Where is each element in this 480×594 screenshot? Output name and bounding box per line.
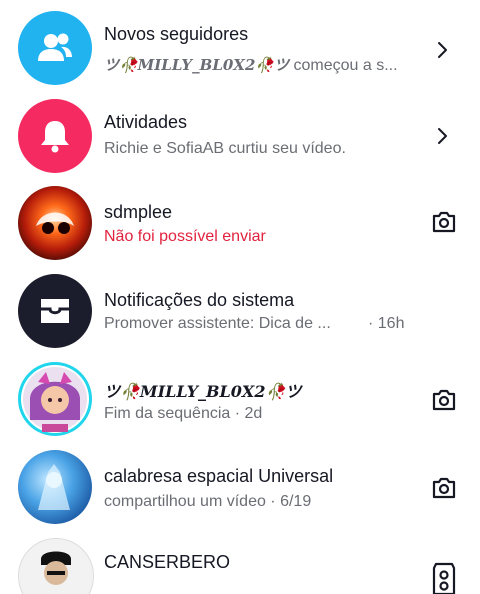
row-subtitle: Richie e SofiaAB curtiu seu vídeo. [104,140,346,157]
row-title: Notificações do sistema [104,290,295,310]
row-subtitle: ツ🥀MILLY_BL0X2🥀ツ começou a s... [104,54,398,75]
chat-row-canserbero[interactable]: CANSERBERO [0,532,480,594]
inbox-icon [18,274,92,348]
new-followers-row[interactable]: Novos seguidores ツ🥀MILLY_BL0X2🥀ツ começou… [0,4,480,92]
camera-icon[interactable] [430,386,458,414]
username-fancy: ツ🥀MILLY_BL0X2🥀ツ [104,56,290,74]
row-subtitle: compartilhou um vídeo · 6/19 [104,493,312,510]
avatar[interactable] [18,186,92,260]
row-title: CANSERBERO [104,552,231,572]
followers-icon [18,11,92,85]
chat-row-calabresa[interactable]: calabresa espacial Universal compartilho… [0,444,480,532]
row-subtitle: Fim da sequência · 2d [104,405,263,422]
timestamp: · 16h [368,315,405,332]
row-title: calabresa espacial Universal [104,466,334,486]
row-title: sdmplee [104,202,173,222]
avatar[interactable] [18,538,94,594]
system-notifications-row[interactable]: Notificações do sistema Promover assiste… [0,268,480,356]
chat-row-sdmplee[interactable]: sdmplee Não foi possível enviar [0,180,480,268]
avatar[interactable] [18,450,92,524]
activities-row[interactable]: Atividades Richie e SofiaAB curtiu seu v… [0,92,480,180]
row-title: Atividades [104,112,188,132]
chevron-right-icon[interactable] [434,126,450,146]
row-title: ツ🥀MILLY_BL0X2🥀ツ [104,382,302,401]
camera-icon[interactable] [430,560,458,594]
camera-icon[interactable] [430,474,458,502]
chevron-right-icon[interactable] [434,40,450,60]
send-error-status: Não foi possível enviar [104,228,266,245]
chat-row-milly[interactable]: ツ🥀MILLY_BL0X2🥀ツ Fim da sequência · 2d [0,356,480,444]
row-subtitle: Promover assistente: Dica de ... [104,315,331,332]
avatar[interactable] [18,362,92,436]
row-title: Novos seguidores [104,24,249,44]
camera-icon[interactable] [430,208,458,236]
bell-icon [18,99,92,173]
subtitle-rest: começou a s... [289,57,398,74]
